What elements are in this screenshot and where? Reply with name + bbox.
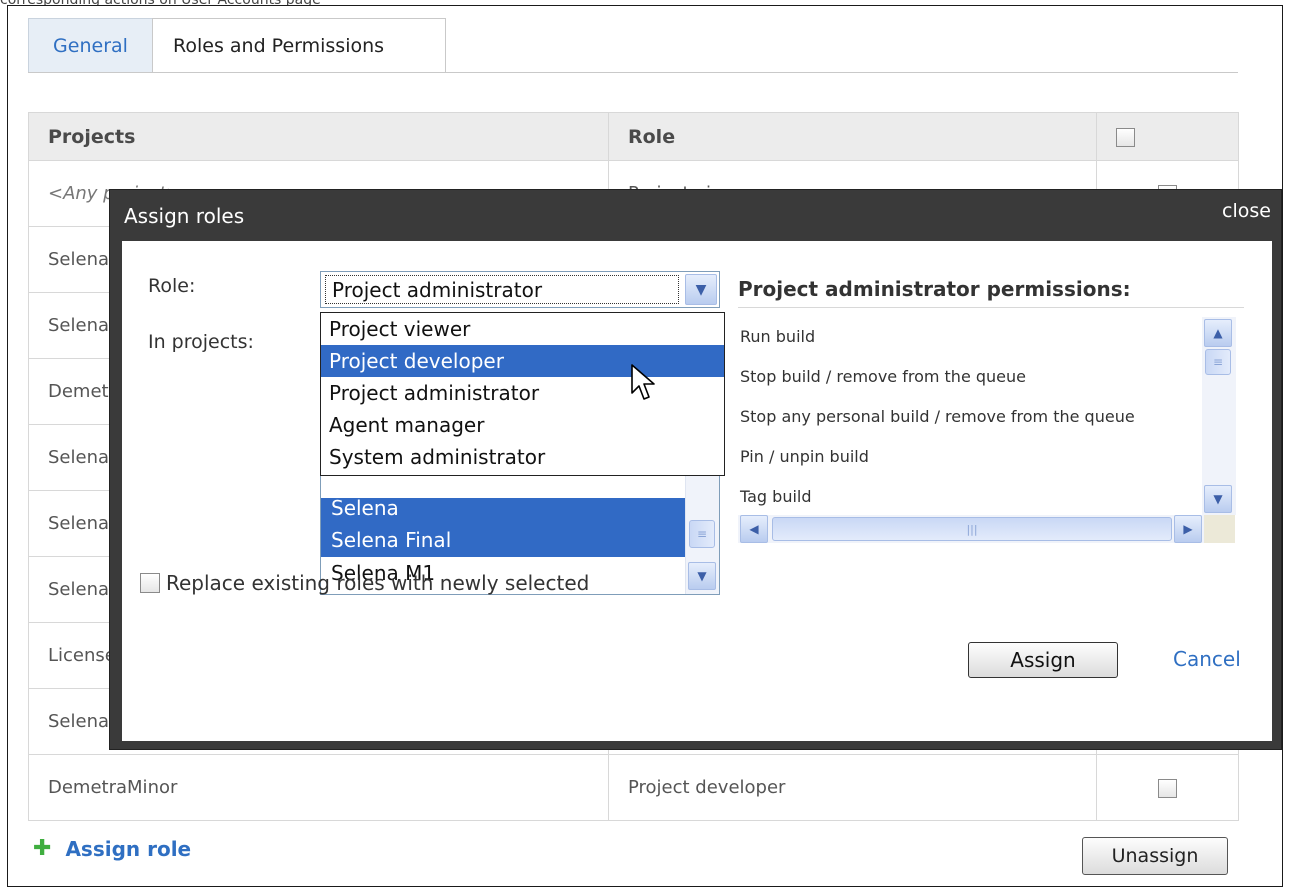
replace-existing-row: Replace existing roles with newly select… (140, 571, 589, 595)
permission-item: Run build (740, 327, 816, 346)
chevron-down-icon[interactable]: ▼ (685, 274, 717, 305)
project-cell: DemetraMinor (28, 754, 609, 821)
scroll-left-icon[interactable]: ◀ (740, 515, 768, 543)
permissions-vscrollbar[interactable]: ▲ ≡ ▼ (1202, 317, 1236, 515)
tab-roles-and-permissions[interactable]: Roles and Permissions (152, 18, 446, 73)
row-checkbox[interactable] (1158, 778, 1177, 798)
assign-roles-dialog: Assign roles close Role: In projects: Pr… (109, 189, 1282, 750)
assign-button[interactable]: Assign (968, 642, 1118, 678)
dialog-title: Assign roles (124, 204, 245, 228)
role-option[interactable]: Agent manager (321, 409, 724, 441)
list-item[interactable]: Selena Final (321, 524, 719, 557)
permissions-hscrollbar[interactable]: ◀ ||| ▶ (738, 515, 1204, 543)
scroll-right-icon[interactable]: ▶ (1174, 515, 1202, 543)
projects-header: Projects (28, 112, 609, 161)
dialog-close-link[interactable]: close (1222, 200, 1271, 222)
permission-item: Pin / unpin build (740, 447, 869, 466)
replace-existing-label: Replace existing roles with newly select… (166, 571, 590, 595)
role-dropdown-list[interactable]: Project viewer Project developer Project… (320, 312, 725, 476)
role-header: Role (608, 112, 1097, 161)
assign-role-label: Assign role (65, 837, 192, 861)
role-option-highlighted[interactable]: Project developer (321, 345, 724, 377)
select-all-checkbox[interactable] (1116, 127, 1135, 147)
role-cell: Project developer (608, 754, 1097, 821)
tab-general[interactable]: General (28, 18, 152, 73)
cancel-link[interactable]: Cancel (1173, 647, 1241, 671)
in-projects-label: In projects: (148, 331, 254, 353)
scroll-thumb[interactable]: ≡ (1205, 349, 1231, 375)
role-option[interactable]: System administrator (321, 441, 724, 473)
assign-role-link[interactable]: ✚ Assign role (33, 837, 191, 861)
permissions-divider (738, 307, 1244, 308)
scroll-thumb[interactable]: ≡ (689, 520, 715, 548)
table-header-row: Projects Role (28, 112, 1239, 161)
permissions-list: Run build Stop build / remove from the q… (738, 317, 1235, 543)
permission-item: Tag build (740, 487, 812, 506)
unassign-button[interactable]: Unassign (1082, 837, 1228, 875)
replace-existing-checkbox[interactable] (140, 573, 160, 593)
dialog-body: Role: In projects: Project administrator… (122, 241, 1272, 741)
tab-divider (28, 72, 1238, 73)
scrollbar-corner (1204, 515, 1235, 543)
role-option[interactable]: Project viewer (321, 313, 724, 345)
mouse-cursor-icon (631, 364, 655, 400)
tab-bar: General Roles and Permissions (28, 18, 446, 73)
scroll-down-icon[interactable]: ▼ (688, 562, 716, 590)
scroll-thumb[interactable]: ||| (772, 517, 1172, 541)
role-option[interactable]: Project administrator (321, 377, 724, 409)
select-all-checkbox-cell (1096, 112, 1239, 161)
list-item[interactable]: Selena (321, 498, 719, 524)
permission-item: Stop any personal build / remove from th… (740, 407, 1135, 426)
scroll-up-icon[interactable]: ▲ (1204, 319, 1232, 347)
permissions-title: Project administrator permissions: (738, 277, 1131, 301)
table-row: DemetraMinor Project developer (28, 754, 1239, 821)
plus-icon: ✚ (33, 836, 52, 861)
role-label: Role: (148, 275, 196, 297)
permission-item: Stop build / remove from the queue (740, 367, 1026, 386)
row-checkbox-cell (1096, 754, 1239, 821)
scroll-down-icon[interactable]: ▼ (1204, 485, 1232, 513)
role-select[interactable]: Project administrator ▼ (320, 271, 720, 308)
role-select-value: Project administrator (325, 275, 679, 304)
